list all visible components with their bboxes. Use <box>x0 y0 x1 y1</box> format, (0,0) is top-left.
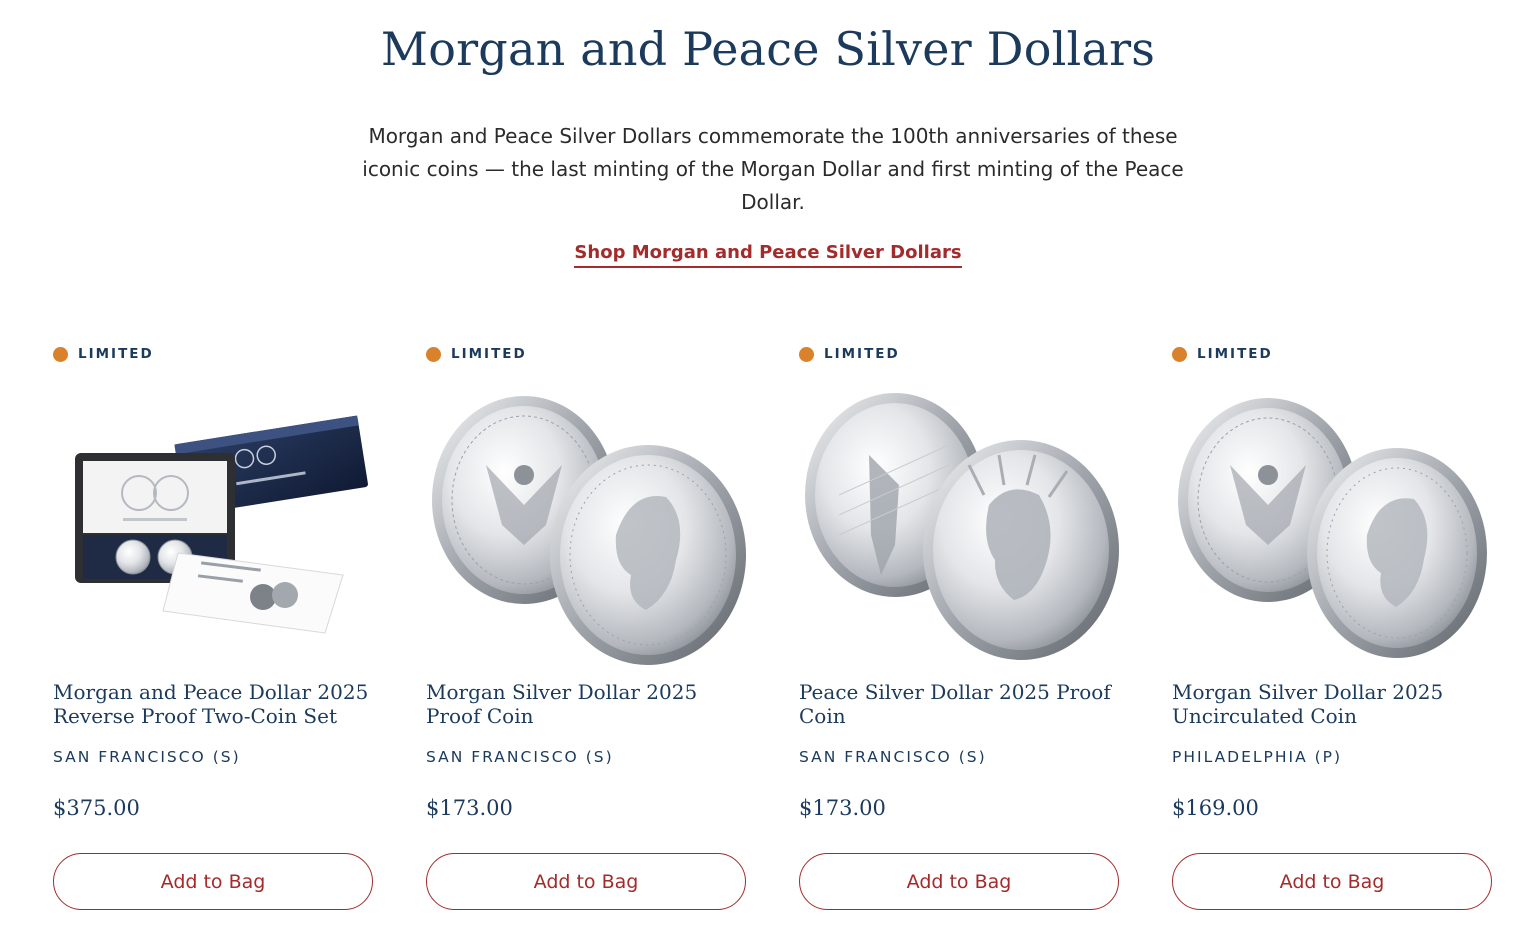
product-card: LIMITED Morgan and Peace Dollar 2025 Rev… <box>53 340 375 920</box>
add-to-bag-button[interactable]: Add to Bag <box>53 853 373 910</box>
peace-dollar-coins-image[interactable] <box>799 385 1121 665</box>
status-dot-icon <box>799 346 814 362</box>
status-dot-icon <box>1172 346 1187 362</box>
status-dot-icon <box>53 346 68 362</box>
morgan-dollar-coins-image[interactable] <box>426 385 748 665</box>
morgan-dollar-uncirculated-coins-image[interactable] <box>1172 385 1494 665</box>
product-card: LIMITED Peace Silver Dollar 2025 Proof C… <box>799 340 1121 920</box>
product-price: $375.00 <box>53 796 140 820</box>
add-to-bag-button[interactable]: Add to Bag <box>426 853 746 910</box>
limited-badge: LIMITED <box>1172 346 1273 362</box>
shop-morgan-peace-link[interactable]: Shop Morgan and Peace Silver Dollars <box>574 242 962 268</box>
limited-badge: LIMITED <box>799 346 900 362</box>
limited-badge: LIMITED <box>426 346 527 362</box>
product-price: $169.00 <box>1172 796 1259 820</box>
product-card: LIMITED Morgan Silver Dollar 2025 Uncirc… <box>1172 340 1494 920</box>
limited-badge: LIMITED <box>53 346 154 362</box>
product-price: $173.00 <box>799 796 886 820</box>
badge-label: LIMITED <box>451 346 527 362</box>
intro-text: Morgan and Peace Silver Dollars commemor… <box>362 124 1184 214</box>
product-name-link[interactable]: Morgan Silver Dollar 2025 Uncirculated C… <box>1172 680 1494 728</box>
badge-label: LIMITED <box>1197 346 1273 362</box>
product-name-link[interactable]: Morgan Silver Dollar 2025 Proof Coin <box>426 680 748 728</box>
status-dot-icon <box>426 346 441 362</box>
mint-location: PHILADELPHIA (P) <box>1172 748 1343 766</box>
add-to-bag-button[interactable]: Add to Bag <box>799 853 1119 910</box>
badge-label: LIMITED <box>824 346 900 362</box>
product-name-link[interactable]: Morgan and Peace Dollar 2025 Reverse Pro… <box>53 680 375 728</box>
two-coin-set-box-image[interactable] <box>53 385 375 665</box>
badge-label: LIMITED <box>78 346 154 362</box>
product-price: $173.00 <box>426 796 513 820</box>
mint-location: SAN FRANCISCO (S) <box>53 748 241 766</box>
page-title: Morgan and Peace Silver Dollars <box>380 22 1156 76</box>
product-card: LIMITED Morgan Silver Dollar 2025 Proof … <box>426 340 748 920</box>
add-to-bag-button[interactable]: Add to Bag <box>1172 853 1492 910</box>
shop-link-container: Shop Morgan and Peace Silver Dollars <box>0 242 1536 268</box>
mint-location: SAN FRANCISCO (S) <box>799 748 987 766</box>
product-name-link[interactable]: Peace Silver Dollar 2025 Proof Coin <box>799 680 1121 728</box>
mint-location: SAN FRANCISCO (S) <box>426 748 614 766</box>
